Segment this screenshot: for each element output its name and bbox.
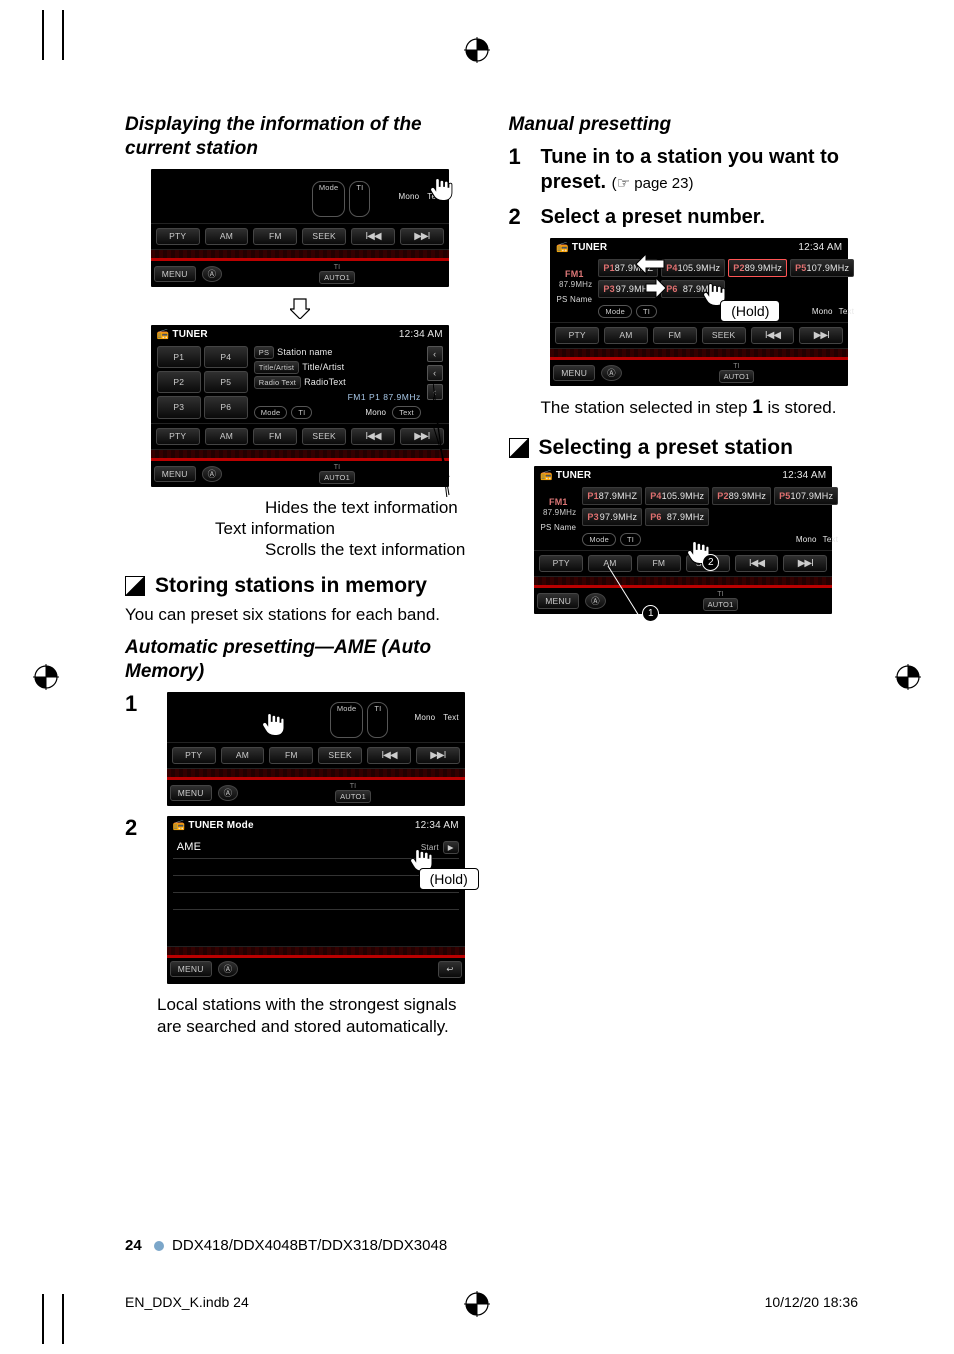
annotation-hide: Hides the text information <box>125 497 475 518</box>
text-stored: The station selected in step 1 is stored… <box>541 396 859 421</box>
hand-cursor-icon <box>427 175 455 203</box>
hold-label: (Hold) <box>419 868 479 890</box>
tuner-screen-select: 📻 TUNER 12:34 AM FM1 87.9MHz PS Name <box>534 466 832 614</box>
clock-label: 12:34 AM <box>399 329 443 340</box>
preset-p4[interactable]: P4 <box>204 346 248 368</box>
bullet-icon <box>154 1241 164 1251</box>
tuner-screen-manual: 📻 TUNER 12:34 AM FM1 87.9MHz PS Name <box>550 238 848 386</box>
step-number: 1 <box>125 691 137 717</box>
preset-p3[interactable]: P3 <box>157 396 201 418</box>
annotation-scroll: Scrolls the text information <box>125 539 475 560</box>
print-date: 10/12/20 18:36 <box>765 1294 858 1310</box>
prev-icon[interactable]: I◀◀ <box>351 228 395 245</box>
step2-text: Select a preset number. <box>541 206 766 228</box>
auto1-button[interactable]: AUTO1 <box>319 271 355 284</box>
page-reference: (☞ page 23) <box>612 175 694 192</box>
tuner-mode-screen: 📻 TUNER Mode 12:34 AM AME Start ▶ <box>167 816 465 984</box>
ti-button[interactable]: TI <box>349 181 370 217</box>
step-number: 2 <box>125 815 137 841</box>
a-circle-icon[interactable]: Ⓐ <box>218 961 239 977</box>
section-marker-icon <box>125 576 145 596</box>
heading-manual-preset: Manual presetting <box>509 113 859 137</box>
model-list: DDX418/DDX4048BT/DDX318/DDX3048 <box>172 1237 447 1254</box>
preset-p6[interactable]: P6 <box>204 396 248 418</box>
registration-mark-icon <box>464 37 490 63</box>
am-button[interactable]: AM <box>205 228 249 245</box>
annotation-text: Text information <box>125 518 475 539</box>
tuner-screen-expanded: 📻 TUNER 12:34 AM P1 P4 P2 P5 P3 <box>151 325 449 487</box>
page-number: 24 <box>125 1237 142 1254</box>
heading-ame: Automatic presetting—AME (Auto Memory) <box>125 636 475 684</box>
registration-mark-icon <box>895 664 921 690</box>
menu-button[interactable]: MENU <box>170 961 212 977</box>
arrow-down-icon <box>290 297 310 319</box>
next-icon[interactable]: ▶▶I <box>400 228 444 245</box>
callout-lines-icon <box>433 347 451 497</box>
mono-label: Mono <box>398 192 419 201</box>
text-store-body: You can preset six stations for each ban… <box>125 604 475 626</box>
seek-button[interactable]: SEEK <box>302 228 346 245</box>
fm-button[interactable]: FM <box>253 228 297 245</box>
ti-button[interactable]: TI <box>291 406 312 419</box>
tuner-screen-top: Mode TI Mono Text PTY AM <box>151 169 449 287</box>
registration-mark-icon <box>33 664 59 690</box>
screen-title: TUNER <box>172 329 207 340</box>
callout-line-icon <box>596 566 656 636</box>
back-button[interactable]: ↩ <box>438 961 461 978</box>
heading-storing-stations: Storing stations in memory <box>155 574 427 598</box>
tuner-screen-ame1: Mode TI Mono Text <box>167 692 465 806</box>
heading-display-current-station: Displaying the information of the curren… <box>125 113 475 161</box>
section-marker-icon <box>509 438 529 458</box>
step-number: 1 <box>509 144 521 170</box>
heading-select-preset: Selecting a preset station <box>539 436 793 460</box>
preset-p5[interactable]: P5 <box>204 371 248 393</box>
text-button[interactable]: Text <box>392 406 421 419</box>
clock-label: 12:34 AM <box>415 820 459 831</box>
text-ame-result: Local stations with the strongest signal… <box>157 994 475 1038</box>
hand-cursor-icon <box>259 710 287 738</box>
title-artist: Title/Artist <box>302 362 344 372</box>
screen-title: TUNER Mode <box>188 820 253 831</box>
mode-button[interactable]: Mode <box>312 181 346 217</box>
print-file: EN_DDX_K.indb 24 <box>125 1294 249 1310</box>
start-button[interactable]: ▶ <box>443 841 459 854</box>
radio-text: RadioText <box>304 377 346 387</box>
band-frequency: FM1 P1 87.9MHz <box>254 392 421 402</box>
callout-circle-1: 1 <box>642 605 659 622</box>
menu-button[interactable]: MENU <box>154 266 196 282</box>
station-name: Station name <box>277 347 332 357</box>
arrow-icon <box>636 252 666 304</box>
pty-button[interactable]: PTY <box>156 228 200 245</box>
preset-p2[interactable]: P2 <box>157 371 201 393</box>
preset-p1[interactable]: P1 <box>157 346 201 368</box>
ame-item[interactable]: AME <box>173 841 421 853</box>
ps-name: PS Name <box>556 295 592 304</box>
hold-label: (Hold) <box>720 300 780 322</box>
mode-button[interactable]: Mode <box>254 406 288 419</box>
a-circle-icon[interactable]: Ⓐ <box>202 266 223 282</box>
step-number: 2 <box>509 204 521 230</box>
